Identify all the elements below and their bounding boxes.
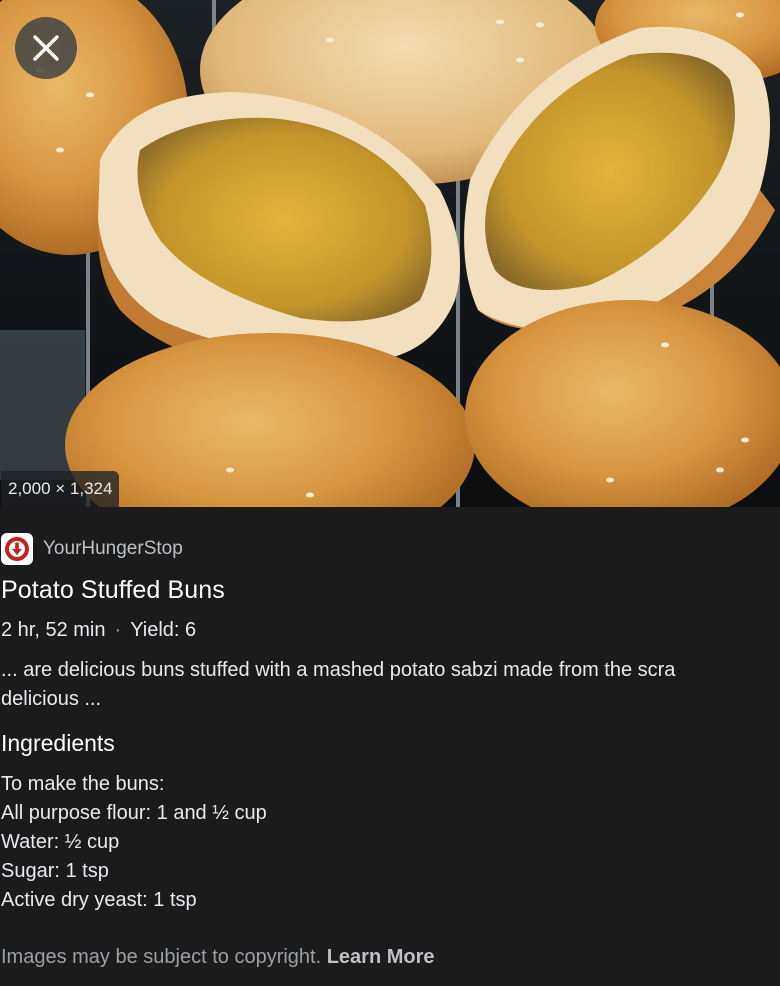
close-icon — [33, 35, 59, 61]
source-link[interactable]: YourHungerStop — [1, 531, 183, 567]
recipe-snippet: ... are delicious buns stuffed with a ma… — [1, 656, 780, 714]
ingredient-item: All purpose flour: 1 and ½ cup — [1, 802, 267, 824]
ingredient-item: Water: ½ cup — [1, 831, 120, 853]
meta-separator: · — [114, 619, 122, 641]
close-button[interactable] — [15, 17, 77, 79]
learn-more-link[interactable]: Learn More — [327, 946, 435, 968]
snippet-line: delicious ... — [1, 688, 102, 710]
ingredient-item: Active dry yeast: 1 tsp — [1, 889, 197, 911]
ingredients-list: To make the buns: All purpose flour: 1 a… — [1, 770, 267, 915]
recipe-meta: 2 hr, 52 min · Yield: 6 — [1, 619, 196, 642]
copyright-notice: Images may be subject to copyright. Lear… — [1, 946, 435, 969]
cook-time: 2 hr, 52 min — [1, 619, 106, 641]
down-arrow-badge-icon — [5, 537, 29, 561]
ingredients-heading: Ingredients — [1, 730, 115, 756]
site-favicon — [1, 533, 33, 565]
recipe-yield: Yield: 6 — [130, 619, 197, 641]
image-dimensions-badge: 2,000 × 1,324 — [1, 471, 120, 507]
ingredient-item: To make the buns: — [1, 773, 165, 795]
copyright-text: Images may be subject to copyright. — [1, 946, 322, 968]
result-image[interactable]: 2,000 × 1,324 — [0, 0, 780, 507]
potato-buns-photo — [0, 0, 780, 507]
source-name: YourHungerStop — [43, 538, 183, 559]
snippet-line: ... are delicious buns stuffed with a ma… — [1, 659, 676, 681]
ingredient-item: Sugar: 1 tsp — [1, 860, 109, 882]
recipe-title[interactable]: Potato Stuffed Buns — [1, 576, 225, 605]
